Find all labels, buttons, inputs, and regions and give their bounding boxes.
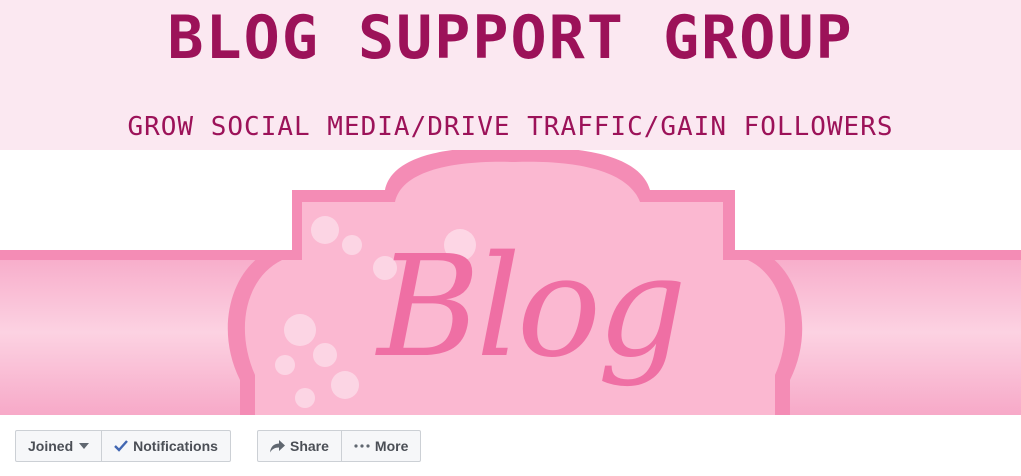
notifications-label: Notifications (133, 438, 218, 454)
joined-label: Joined (28, 438, 74, 454)
share-button[interactable]: Share (258, 431, 341, 461)
checkmark-icon (114, 440, 129, 452)
more-label: More (374, 438, 409, 454)
caret-down-icon (79, 443, 90, 449)
cover-subtitle: GROW SOCIAL MEDIA/DRIVE TRAFFIC/GAIN FOL… (127, 112, 894, 142)
ellipsis-icon (354, 444, 370, 448)
notifications-button[interactable]: Notifications (101, 431, 230, 461)
group-action-bar: Joined Notifications Share More (0, 415, 1021, 476)
more-button[interactable]: More (340, 431, 420, 461)
joined-button[interactable]: Joined (16, 431, 101, 461)
share-label: Share (290, 438, 329, 454)
blog-script-word: Blog (377, 226, 687, 389)
membership-button-group: Joined Notifications (15, 430, 231, 462)
cover-title: BLOG SUPPORT GROUP (167, 3, 854, 73)
group-cover-photo[interactable]: BLOG SUPPORT GROUP GROW SOCIAL MEDIA/DRI… (0, 0, 1021, 415)
share-more-button-group: Share More (257, 430, 422, 462)
share-arrow-icon (270, 439, 285, 453)
